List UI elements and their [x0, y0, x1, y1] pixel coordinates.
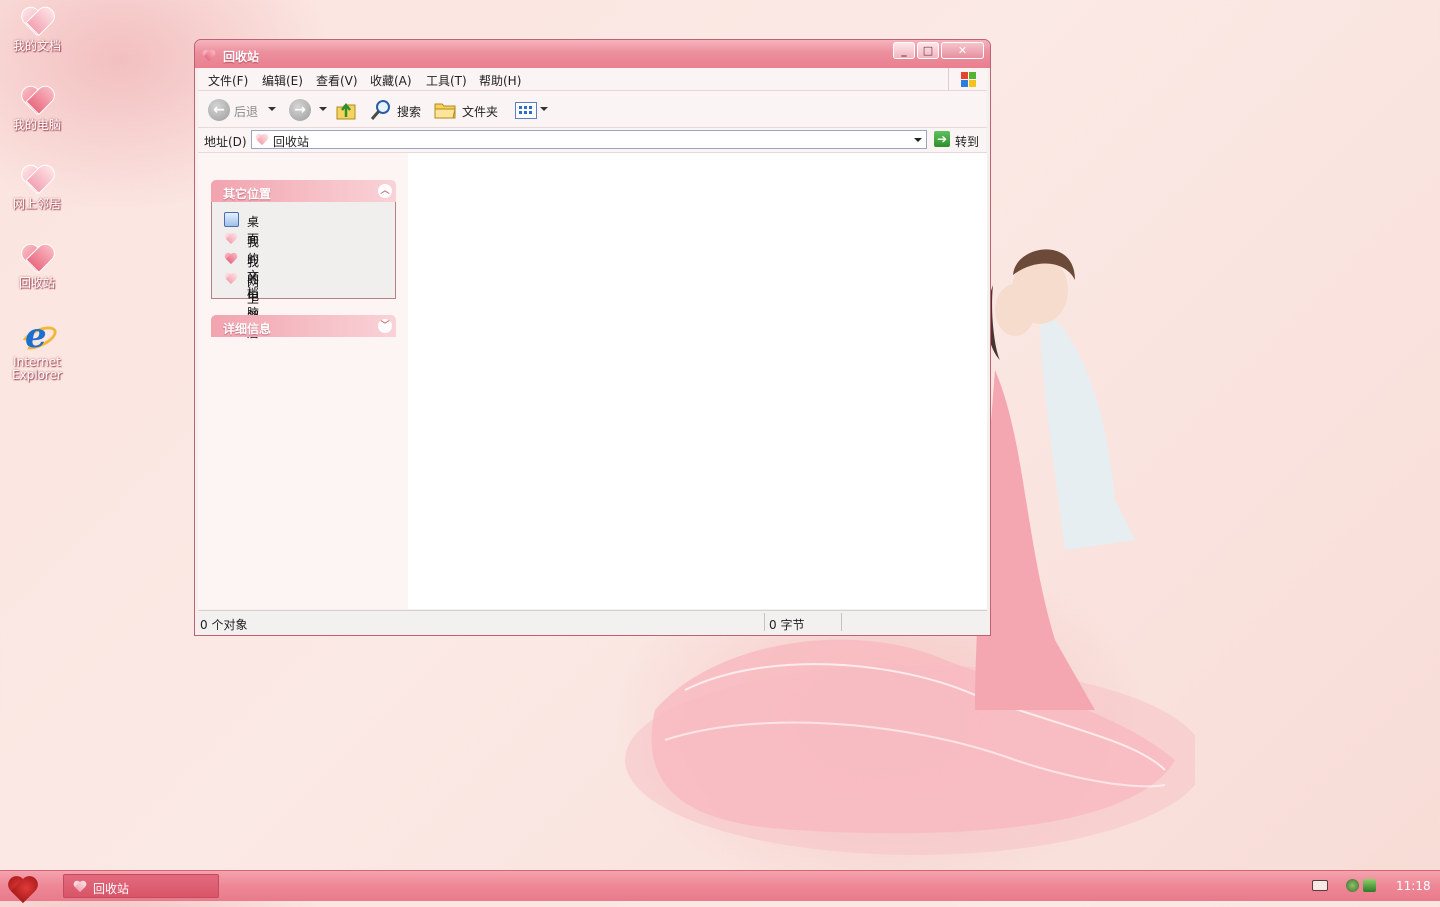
views-icon[interactable]	[515, 102, 537, 119]
address-label: 地址(D)	[204, 135, 247, 149]
address-input[interactable]: 回收站	[251, 130, 927, 149]
address-value: 回收站	[273, 135, 310, 149]
desktop-icon-label: 我的文档	[12, 39, 61, 53]
desktop-icon-my-computer[interactable]: 我的电脑	[4, 83, 70, 132]
desktop-icon	[224, 212, 239, 227]
window-titlebar[interactable]: 回收站 _ □ ✕	[195, 40, 990, 68]
minimize-button[interactable]: _	[893, 42, 915, 59]
desktop-icon-internet-explorer[interactable]: e Internet Explorer	[4, 316, 70, 382]
search-label[interactable]: 搜索	[397, 103, 421, 120]
other-places-title: 其它位置	[223, 187, 272, 201]
close-button[interactable]: ✕	[941, 42, 984, 59]
other-places-list: 桌面 我的文档 我的电脑 网上邻居	[211, 202, 396, 340]
window-title: 回收站	[223, 50, 260, 64]
menu-edit[interactable]: 编辑(E)	[262, 72, 303, 89]
security-icon[interactable]	[1363, 879, 1376, 892]
desktop-icon-label: Internet Explorer	[12, 355, 62, 382]
heart-icon	[20, 4, 54, 38]
status-bar: 0 个对象 0 字节	[198, 610, 987, 633]
task-pane: 其它位置 ︿ 桌面 我的文档 我的电脑 网上邻居	[198, 153, 408, 609]
start-button[interactable]	[6, 873, 40, 900]
windows-logo-icon	[948, 68, 987, 90]
views-dropdown-icon[interactable]	[540, 107, 548, 111]
maximize-button[interactable]: □	[917, 42, 939, 59]
clock[interactable]: 11:18	[1396, 879, 1431, 893]
taskbar-item-recycle-bin[interactable]: 回收站	[63, 874, 219, 898]
menubar: 文件(F) 编辑(E) 查看(V) 收藏(A) 工具(T) 帮助(H)	[198, 68, 987, 91]
heart-icon	[20, 162, 54, 196]
details-title: 详细信息	[223, 322, 272, 336]
heart-icon	[20, 241, 54, 275]
heart-icon	[224, 272, 238, 286]
heart-icon	[224, 232, 238, 246]
collapse-chevron-icon[interactable]: ︿	[378, 184, 392, 198]
desktop-icon-label: 回收站	[18, 276, 55, 290]
menu-view[interactable]: 查看(V)	[316, 72, 358, 89]
other-places-header[interactable]: 其它位置 ︿	[211, 180, 396, 202]
status-divider	[764, 613, 765, 631]
forward-button[interactable]: →	[289, 99, 311, 121]
back-dropdown-icon[interactable]	[268, 107, 276, 111]
back-label: 后退	[234, 105, 259, 119]
internet-explorer-icon: e	[17, 316, 61, 356]
status-size: 0 字节	[769, 618, 805, 632]
desktop-icon-label: 网上邻居	[12, 197, 61, 211]
back-arrow-icon: ←	[213, 102, 225, 118]
taskbar: 回收站 11:18	[0, 870, 1440, 901]
status-object-count: 0 个对象	[200, 618, 248, 632]
menu-tools[interactable]: 工具(T)	[426, 72, 467, 89]
heart-icon	[73, 880, 87, 894]
status-divider	[841, 613, 842, 631]
details-header[interactable]: 详细信息 ﹀	[211, 315, 396, 337]
menu-file[interactable]: 文件(F)	[208, 72, 248, 89]
go-button[interactable]: ➔ 转到	[932, 130, 988, 149]
explorer-window: 回收站 _ □ ✕ 文件(F) 编辑(E) 查看(V) 收藏(A) 工具(T) …	[194, 39, 991, 636]
up-folder-icon[interactable]	[335, 99, 357, 121]
menu-help[interactable]: 帮助(H)	[479, 72, 521, 89]
heart-icon	[255, 133, 269, 147]
heart-icon	[20, 83, 54, 117]
heart-icon	[224, 252, 238, 266]
other-places-group: 其它位置 ︿ 桌面 我的文档 我的电脑 网上邻居	[211, 180, 396, 340]
forward-dropdown-icon[interactable]	[319, 107, 327, 111]
desktop-icon-network-places[interactable]: 网上邻居	[4, 162, 70, 211]
taskbar-item-label: 回收站	[93, 882, 130, 896]
keyboard-icon[interactable]	[1312, 880, 1328, 891]
go-label: 转到	[955, 135, 980, 149]
details-group: 详细信息 ﹀	[211, 315, 396, 337]
address-dropdown-icon[interactable]	[914, 138, 922, 142]
menu-favorites[interactable]: 收藏(A)	[370, 72, 412, 89]
go-arrow-icon: ➔	[934, 131, 950, 147]
address-bar: 地址(D) 回收站 ➔ 转到	[198, 128, 987, 153]
desktop-icon-my-documents[interactable]: 我的文档	[4, 4, 70, 53]
folders-icon[interactable]	[434, 101, 456, 119]
toolbar: ← 后退 → 搜索 文件夹	[198, 91, 987, 128]
desktop-icon-label: 我的电脑	[12, 118, 61, 132]
system-tray: 11:18	[1310, 871, 1440, 901]
back-button[interactable]: ←	[208, 99, 230, 121]
recycle-bin-heart-icon	[202, 49, 216, 63]
network-icon[interactable]	[1346, 879, 1359, 892]
search-icon[interactable]	[370, 99, 392, 121]
desktop-icon-recycle-bin[interactable]: 回收站	[4, 241, 70, 290]
folders-label[interactable]: 文件夹	[462, 103, 498, 120]
expand-chevron-icon[interactable]: ﹀	[378, 319, 392, 333]
file-list-area[interactable]	[408, 153, 987, 609]
start-heart-icon	[6, 873, 40, 907]
forward-arrow-icon: →	[294, 102, 306, 118]
